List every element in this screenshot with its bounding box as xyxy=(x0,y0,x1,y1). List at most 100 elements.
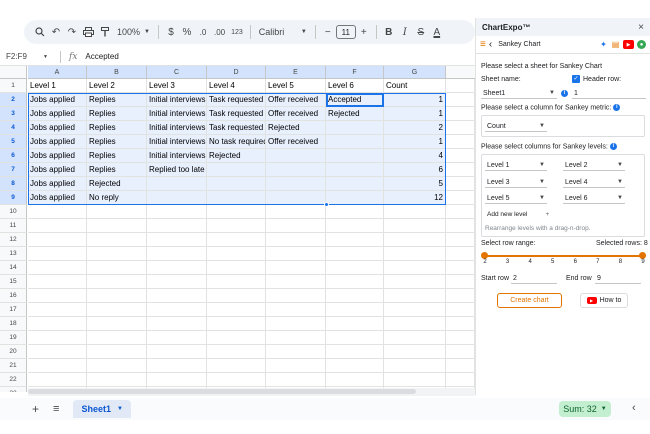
cell-g7[interactable]: 6 xyxy=(384,163,446,177)
cell-b18[interactable] xyxy=(87,317,147,331)
cell-c21[interactable] xyxy=(147,359,207,373)
cell-d16[interactable] xyxy=(207,289,266,303)
cell-b13[interactable] xyxy=(87,247,147,261)
cell-f2[interactable]: Accepted xyxy=(326,93,384,107)
cell-g21[interactable] xyxy=(384,359,446,373)
cell-e8[interactable] xyxy=(266,177,326,191)
cell-empty[interactable] xyxy=(446,317,475,331)
cell-d19[interactable] xyxy=(207,331,266,345)
cell-empty[interactable] xyxy=(446,345,475,359)
cell-d10[interactable] xyxy=(207,205,266,219)
cell-e13[interactable] xyxy=(266,247,326,261)
cell-f20[interactable] xyxy=(326,345,384,359)
cell-c12[interactable] xyxy=(147,233,207,247)
cell-f14[interactable] xyxy=(326,261,384,275)
level-select-3[interactable]: Level 3 ▼ xyxy=(485,177,547,188)
horizontal-scrollbar-thumb[interactable] xyxy=(28,389,416,394)
cell-c9[interactable] xyxy=(147,191,207,205)
cell-empty[interactable] xyxy=(446,233,475,247)
level-select-6[interactable]: Level 6 ▼ xyxy=(563,193,625,204)
cell-d9[interactable] xyxy=(207,191,266,205)
cell-a10[interactable] xyxy=(28,205,87,219)
cell-d17[interactable] xyxy=(207,303,266,317)
cell-a6[interactable]: Jobs applied xyxy=(28,149,87,163)
cell-g11[interactable] xyxy=(384,219,446,233)
cell-f10[interactable] xyxy=(326,205,384,219)
cell-b11[interactable] xyxy=(87,219,147,233)
cell-f12[interactable] xyxy=(326,233,384,247)
cell-f3[interactable]: Rejected xyxy=(326,107,384,121)
row-header[interactable]: 19 xyxy=(0,331,27,345)
cell-c14[interactable] xyxy=(147,261,207,275)
start-row-input[interactable]: 2 xyxy=(511,273,557,284)
cell-g10[interactable] xyxy=(384,205,446,219)
row-header[interactable]: 1 xyxy=(0,79,27,93)
cell-b21[interactable] xyxy=(87,359,147,373)
cell-d8[interactable] xyxy=(207,177,266,191)
cell-empty[interactable] xyxy=(446,163,475,177)
cell-empty[interactable] xyxy=(446,121,475,135)
cell-g1[interactable]: Count xyxy=(384,79,446,93)
cell-f1[interactable]: Level 6 xyxy=(326,79,384,93)
cell-f9[interactable] xyxy=(326,191,384,205)
how-to-button[interactable]: ▶ How to xyxy=(580,293,628,308)
cell-a8[interactable]: Jobs applied xyxy=(28,177,87,191)
cell-b22[interactable] xyxy=(87,373,147,387)
cell-g6[interactable]: 4 xyxy=(384,149,446,163)
cell-g19[interactable] xyxy=(384,331,446,345)
cell-g20[interactable] xyxy=(384,345,446,359)
cell-c10[interactable] xyxy=(147,205,207,219)
cell-e10[interactable] xyxy=(266,205,326,219)
font-size-input[interactable]: 11 xyxy=(335,25,356,39)
cell-d3[interactable]: Task requested xyxy=(207,107,266,121)
row-header[interactable]: 21 xyxy=(0,359,27,373)
cell-a22[interactable] xyxy=(28,373,87,387)
cell-a20[interactable] xyxy=(28,345,87,359)
column-header-b[interactable]: B xyxy=(87,66,147,79)
cell-empty[interactable] xyxy=(446,303,475,317)
cell-empty[interactable] xyxy=(446,331,475,345)
row-header[interactable]: 10 xyxy=(0,205,27,219)
cell-f17[interactable] xyxy=(326,303,384,317)
level-select-2[interactable]: Level 2 ▼ xyxy=(563,160,625,171)
row-header[interactable]: 23 xyxy=(0,387,27,392)
cell-b2[interactable]: Replies xyxy=(87,93,147,107)
cell-b20[interactable] xyxy=(87,345,147,359)
cell-d14[interactable] xyxy=(207,261,266,275)
cell-c1[interactable]: Level 3 xyxy=(147,79,207,93)
cell-c19[interactable] xyxy=(147,331,207,345)
cell-e12[interactable] xyxy=(266,233,326,247)
cell-f4[interactable] xyxy=(326,121,384,135)
back-icon[interactable]: ‹ xyxy=(489,39,492,50)
cell-c17[interactable] xyxy=(147,303,207,317)
cell-c4[interactable]: Initial interviews xyxy=(147,121,207,135)
document-icon[interactable]: ▤ xyxy=(611,40,620,49)
cell-d18[interactable] xyxy=(207,317,266,331)
cell-g13[interactable] xyxy=(384,247,446,261)
cell-b10[interactable] xyxy=(87,205,147,219)
cell-b12[interactable] xyxy=(87,233,147,247)
cell-b6[interactable]: Replies xyxy=(87,149,147,163)
increase-decimal-button[interactable]: .00 xyxy=(211,23,228,41)
row-header[interactable]: 8 xyxy=(0,177,27,191)
cell-e15[interactable] xyxy=(266,275,326,289)
text-color-button[interactable]: A xyxy=(429,23,445,41)
cell-f18[interactable] xyxy=(326,317,384,331)
sheet-tab[interactable]: Sheet1 ▼ xyxy=(73,400,131,418)
cell-empty[interactable] xyxy=(446,289,475,303)
currency-format-button[interactable]: $ xyxy=(163,23,179,41)
cell-g18[interactable] xyxy=(384,317,446,331)
cell-empty[interactable] xyxy=(446,79,475,93)
cell-empty[interactable] xyxy=(446,261,475,275)
italic-button[interactable]: I xyxy=(397,23,413,41)
cell-d11[interactable] xyxy=(207,219,266,233)
cell-c11[interactable] xyxy=(147,219,207,233)
decrease-decimal-button[interactable]: .0 xyxy=(195,23,211,41)
cell-d5[interactable]: No task required xyxy=(207,135,266,149)
spreadsheet-grid[interactable]: A B C D E F G 1 Level 1 Level 2 Level 3 Level 4 Leve… xyxy=(0,66,475,392)
redo-icon[interactable]: ↷ xyxy=(64,23,80,41)
select-all-corner[interactable] xyxy=(0,66,27,79)
cell-f19[interactable] xyxy=(326,331,384,345)
youtube-icon[interactable]: ▶ xyxy=(623,40,634,49)
menu-icon[interactable]: ≡ xyxy=(480,39,486,50)
